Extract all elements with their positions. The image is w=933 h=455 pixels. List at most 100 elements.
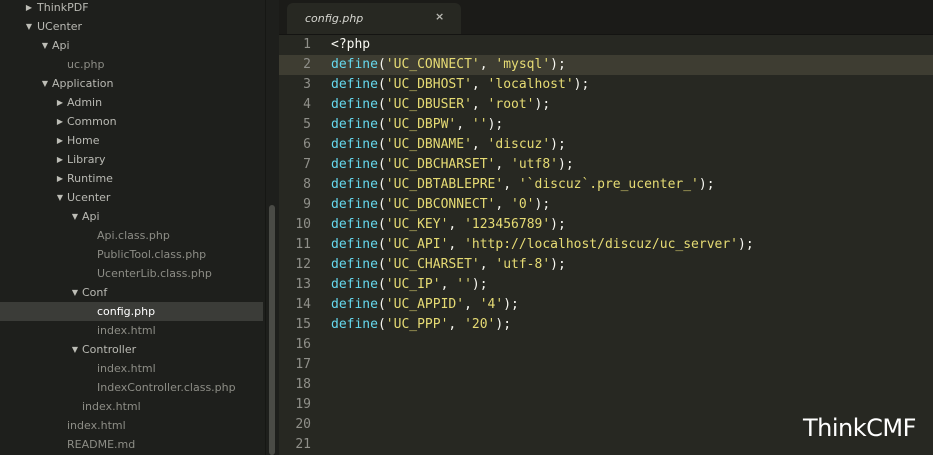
line-number: 4 bbox=[303, 97, 311, 112]
line-number: 17 bbox=[295, 357, 311, 372]
code-string: 'UC_CHARSET' bbox=[385, 257, 480, 272]
code-punctuation: ( bbox=[377, 197, 386, 212]
tree-file-item[interactable]: config.php bbox=[0, 302, 263, 321]
code-string: 'UC_KEY' bbox=[385, 217, 449, 232]
chevron-right-icon[interactable]: ▶ bbox=[55, 131, 65, 150]
sidebar-scrollbar[interactable] bbox=[265, 0, 279, 455]
code-punctuation: ( bbox=[377, 177, 386, 192]
sidebar-scrollbar-thumb[interactable] bbox=[269, 205, 275, 455]
chevron-down-icon[interactable]: ▼ bbox=[40, 36, 50, 55]
line-code: define('UC_IP', ''); bbox=[331, 275, 488, 295]
code-line[interactable]: 5 define('UC_DBPW', ''); bbox=[279, 115, 933, 135]
tree-folder-item[interactable]: ▶ Admin bbox=[0, 93, 263, 112]
code-string: '20' bbox=[464, 317, 496, 332]
code-line[interactable]: 19 bbox=[279, 395, 933, 415]
code-line[interactable]: 15 define('UC_PPP', '20'); bbox=[279, 315, 933, 335]
code-punctuation: ); bbox=[698, 177, 715, 192]
tree-folder-item[interactable]: ▶ Home bbox=[0, 131, 263, 150]
chevron-down-icon[interactable]: ▼ bbox=[24, 17, 34, 36]
chevron-right-icon[interactable]: ▶ bbox=[55, 150, 65, 169]
line-number: 16 bbox=[295, 337, 311, 352]
code-line[interactable]: 18 bbox=[279, 375, 933, 395]
close-icon[interactable]: × bbox=[435, 10, 444, 23]
code-line[interactable]: 16 bbox=[279, 335, 933, 355]
tree-file-item[interactable]: README.md bbox=[0, 435, 263, 454]
tree-item-label: Api.class.php bbox=[97, 229, 170, 242]
line-number: 1 bbox=[303, 37, 311, 52]
code-line[interactable]: 14 define('UC_APPID', '4'); bbox=[279, 295, 933, 315]
chevron-down-icon[interactable]: ▼ bbox=[70, 283, 80, 302]
tree-folder-item[interactable]: ▶ Library bbox=[0, 150, 263, 169]
code-string: '' bbox=[456, 277, 472, 292]
tree-folder-item[interactable]: ▼ Conf bbox=[0, 283, 263, 302]
code-punctuation: ); bbox=[471, 277, 488, 292]
line-number: 5 bbox=[303, 117, 311, 132]
tree-folder-item[interactable]: ▼ Ucenter bbox=[0, 188, 263, 207]
chevron-down-icon[interactable]: ▼ bbox=[70, 340, 80, 359]
tree-folder-item[interactable]: ▶ ThinkPDF bbox=[0, 0, 263, 17]
code-line[interactable]: 17 bbox=[279, 355, 933, 375]
tree-file-item[interactable]: UcenterLib.class.php bbox=[0, 264, 263, 283]
code-string: 'http://localhost/discuz/uc_server' bbox=[464, 237, 739, 252]
tree-file-item[interactable]: index.html bbox=[0, 416, 263, 435]
code-punctuation: , bbox=[471, 77, 488, 92]
code-keyword: define bbox=[331, 77, 378, 92]
chevron-right-icon[interactable]: ▶ bbox=[55, 112, 65, 131]
tree-file-item[interactable]: uc.php bbox=[0, 55, 263, 74]
code-line[interactable]: 6 define('UC_DBNAME', 'discuz'); bbox=[279, 135, 933, 155]
tree-file-item[interactable]: PublicTool.class.php bbox=[0, 245, 263, 264]
line-number: 7 bbox=[303, 157, 311, 172]
code-line[interactable]: 4 define('UC_DBUSER', 'root'); bbox=[279, 95, 933, 115]
code-string: '' bbox=[471, 117, 488, 132]
tree-item-label: Admin bbox=[67, 96, 103, 109]
code-punctuation: ( bbox=[377, 137, 386, 152]
tree-file-item[interactable]: index.html bbox=[0, 321, 263, 340]
code-editor[interactable]: 1 <?php 2 define('UC_CONNECT', 'mysql'); 3 de… bbox=[279, 35, 933, 455]
tree-file-item[interactable]: index.html bbox=[0, 397, 263, 416]
line-code: define('UC_DBPW', ''); bbox=[331, 115, 503, 135]
code-string: '123456789' bbox=[464, 217, 551, 232]
tree-item-label: Api bbox=[82, 210, 100, 223]
code-punctuation: , bbox=[495, 197, 512, 212]
code-string: 'UC_DBHOST' bbox=[385, 77, 472, 92]
code-string: 'UC_DBTABLEPRE' bbox=[385, 177, 504, 192]
code-line[interactable]: 12 define('UC_CHARSET', 'utf-8'); bbox=[279, 255, 933, 275]
code-punctuation: ( bbox=[377, 277, 386, 292]
code-line[interactable]: 9 define('UC_DBCONNECT', '0'); bbox=[279, 195, 933, 215]
chevron-down-icon[interactable]: ▼ bbox=[55, 188, 65, 207]
tree-file-item[interactable]: index.html bbox=[0, 359, 263, 378]
code-line[interactable]: 11 define('UC_API', 'http://localhost/dis… bbox=[279, 235, 933, 255]
code-line[interactable]: 8 define('UC_DBTABLEPRE', '`discuz`.pre_u… bbox=[279, 175, 933, 195]
code-string: 'UC_DBCONNECT' bbox=[385, 197, 496, 212]
tree-folder-item[interactable]: ▶ Runtime bbox=[0, 169, 263, 188]
tree-file-item[interactable]: IndexController.class.php bbox=[0, 378, 263, 397]
code-line[interactable]: 1 <?php bbox=[279, 35, 933, 55]
code-keyword: define bbox=[331, 117, 378, 132]
chevron-down-icon[interactable]: ▼ bbox=[40, 74, 50, 93]
code-line[interactable]: 2 define('UC_CONNECT', 'mysql'); bbox=[279, 55, 933, 75]
tab-config-php[interactable]: config.php × bbox=[287, 3, 461, 34]
line-number: 3 bbox=[303, 77, 311, 92]
code-line[interactable]: 3 define('UC_DBHOST', 'localhost'); bbox=[279, 75, 933, 95]
tree-folder-item[interactable]: ▼ Api bbox=[0, 36, 263, 55]
chevron-down-icon[interactable]: ▼ bbox=[70, 207, 80, 226]
tree-folder-item[interactable]: ▼ Api bbox=[0, 207, 263, 226]
chevron-right-icon[interactable]: ▶ bbox=[24, 0, 34, 17]
line-number: 8 bbox=[303, 177, 311, 192]
code-string: 'mysql' bbox=[495, 57, 551, 72]
tree-folder-item[interactable]: ▼ UCenter bbox=[0, 17, 263, 36]
code-line[interactable]: 7 define('UC_DBCHARSET', 'utf8'); bbox=[279, 155, 933, 175]
code-line[interactable]: 10 define('UC_KEY', '123456789'); bbox=[279, 215, 933, 235]
tree-folder-item[interactable]: ▼ Controller bbox=[0, 340, 263, 359]
chevron-right-icon[interactable]: ▶ bbox=[55, 93, 65, 112]
tree-folder-item[interactable]: ▼ Application bbox=[0, 74, 263, 93]
tree-file-item[interactable]: Api.class.php bbox=[0, 226, 263, 245]
tree-item-label: UcenterLib.class.php bbox=[97, 267, 212, 280]
code-punctuation: ( bbox=[377, 217, 386, 232]
code-keyword: define bbox=[331, 97, 378, 112]
code-line[interactable]: 13 define('UC_IP', ''); bbox=[279, 275, 933, 295]
chevron-right-icon[interactable]: ▶ bbox=[55, 169, 65, 188]
tree-folder-item[interactable]: ▶ Common bbox=[0, 112, 263, 131]
code-string: 'utf8' bbox=[511, 157, 558, 172]
line-code: define('UC_DBUSER', 'root'); bbox=[331, 95, 550, 115]
